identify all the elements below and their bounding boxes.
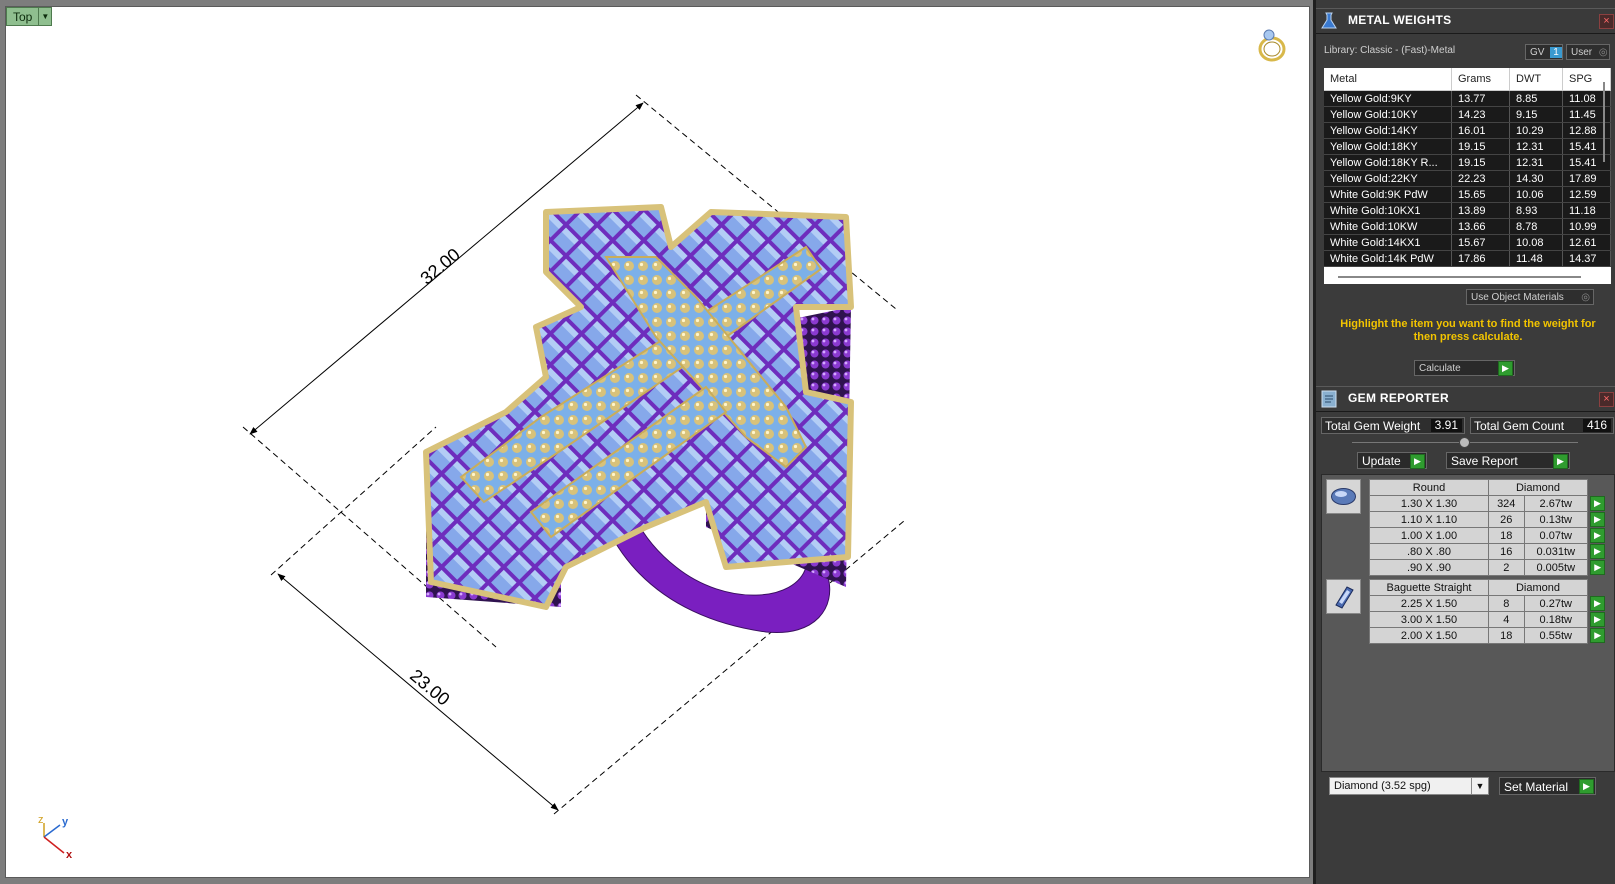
set-material-label: Set Material: [1504, 780, 1569, 794]
gv-toggle[interactable]: GV 1: [1525, 44, 1563, 60]
use-object-materials-label: Use Object Materials: [1471, 292, 1564, 303]
splitter-handle[interactable]: [1459, 437, 1470, 448]
set-material-button[interactable]: Set Material ▶: [1499, 777, 1596, 795]
table-row[interactable]: White Gold:9K PdW 15.65 10.06 12.59: [1324, 186, 1611, 203]
col-dwt[interactable]: DWT: [1509, 68, 1563, 91]
update-label: Update: [1362, 454, 1401, 468]
total-gem-count-value: 416: [1582, 419, 1611, 432]
table-row[interactable]: .80 X .80 16 0.031tw ▶: [1369, 543, 1606, 560]
calculate-label: Calculate: [1419, 363, 1461, 374]
instruction-text: Highlight the item you want to find the …: [1340, 318, 1596, 343]
save-report-label: Save Report: [1451, 454, 1518, 468]
total-gem-weight-value: 3.91: [1430, 419, 1462, 432]
ring-model-drawing[interactable]: 32.00 23.00: [6, 7, 1309, 877]
total-gem-count-label: Total Gem Count: [1474, 419, 1565, 433]
update-button[interactable]: Update ▶: [1357, 452, 1427, 469]
axis-indicator: z y x: [38, 815, 73, 861]
table-row[interactable]: 1.10 X 1.10 26 0.13tw ▶: [1369, 511, 1606, 528]
library-label: Library: Classic - (Fast)-Metal: [1324, 45, 1456, 56]
table-row[interactable]: 3.00 X 1.50 4 0.18tw ▶: [1369, 611, 1606, 628]
table-row[interactable]: .90 X .90 2 0.005tw ▶: [1369, 559, 1606, 576]
viewport-frame: Top ▼ 32.00 23.00 z y x: [0, 0, 1313, 884]
table-row[interactable]: Yellow Gold:18KY 19.15 12.31 15.41: [1324, 138, 1611, 155]
dimension-length-label: 32.00: [416, 244, 463, 288]
col-metal[interactable]: Metal: [1324, 68, 1452, 91]
table-row[interactable]: 2.25 X 1.50 8 0.27tw ▶: [1369, 595, 1606, 612]
play-icon[interactable]: ▶: [1590, 512, 1605, 527]
gem-reporter-title: GEM REPORTER: [1348, 391, 1449, 405]
axis-x-label: x: [66, 849, 73, 861]
axis-z-label: z: [38, 815, 44, 826]
right-panel: METAL WEIGHTS × Library: Classic - (Fast…: [1313, 0, 1615, 884]
table-row[interactable]: Yellow Gold:9KY 13.77 8.85 11.08: [1324, 90, 1611, 107]
play-icon[interactable]: ▶: [1590, 612, 1605, 627]
calculate-button[interactable]: Calculate ▶: [1414, 360, 1515, 376]
gem-shape-header: Round: [1369, 479, 1489, 496]
material-select-value: Diamond (3.52 spg): [1334, 780, 1431, 792]
metal-weights-table[interactable]: Metal Grams DWT SPG Yellow Gold:9KY 13.77…: [1324, 68, 1611, 284]
table-row[interactable]: Yellow Gold:10KY 14.23 9.15 11.45: [1324, 106, 1611, 123]
table-row[interactable]: White Gold:10KW 13.66 8.78 10.99: [1324, 218, 1611, 235]
gv-label: GV: [1530, 47, 1545, 58]
play-icon[interactable]: ▶: [1590, 596, 1605, 611]
play-icon: ▶: [1498, 361, 1513, 376]
metal-weights-title: METAL WEIGHTS: [1348, 13, 1452, 27]
gv-value: 1: [1550, 47, 1562, 58]
play-icon: ▶: [1553, 454, 1568, 469]
horizontal-scrollbar[interactable]: [1338, 276, 1581, 278]
vertical-scrollbar[interactable]: [1603, 82, 1605, 162]
play-icon[interactable]: ▶: [1590, 496, 1605, 511]
total-gem-count: Total Gem Count 416: [1470, 417, 1614, 434]
baguette-gem-icon: [1326, 579, 1361, 614]
user-toggle[interactable]: User ◎: [1566, 44, 1610, 60]
material-select[interactable]: Diamond (3.52 spg) ▼: [1329, 777, 1489, 795]
3d-viewport[interactable]: Top ▼ 32.00 23.00 z y x: [5, 6, 1310, 878]
table-row[interactable]: Yellow Gold:18KY R... 19.15 12.31 15.41: [1324, 154, 1611, 171]
play-icon: ▶: [1579, 779, 1594, 794]
table-row[interactable]: White Gold:14KX1 15.67 10.08 12.61: [1324, 234, 1611, 251]
user-label: User: [1571, 47, 1593, 58]
report-icon: [1321, 390, 1337, 408]
col-grams[interactable]: Grams: [1451, 68, 1510, 91]
play-icon[interactable]: ▶: [1590, 544, 1605, 559]
flask-icon: [1321, 12, 1337, 29]
play-icon[interactable]: ▶: [1590, 628, 1606, 643]
gem-material-header: Diamond: [1488, 479, 1588, 496]
table-row[interactable]: 1.00 X 1.00 18 0.07tw ▶: [1369, 527, 1606, 544]
save-report-button[interactable]: Save Report ▶: [1446, 452, 1570, 469]
table-row[interactable]: 2.00 X 1.50 18 0.55tw ▶: [1369, 627, 1606, 644]
round-gem-icon: [1326, 479, 1361, 514]
gem-reporter-header: GEM REPORTER ×: [1316, 386, 1615, 412]
chevron-down-icon[interactable]: ▼: [1471, 778, 1488, 794]
play-icon[interactable]: ▶: [1590, 528, 1605, 543]
close-icon[interactable]: ×: [1599, 14, 1614, 29]
use-object-materials-toggle[interactable]: Use Object Materials ◎: [1466, 289, 1594, 305]
gem-material-header: Diamond: [1488, 579, 1588, 596]
table-row[interactable]: Yellow Gold:14KY 16.01 10.29 12.88: [1324, 122, 1611, 139]
table-row[interactable]: 1.30 X 1.30 324 2.67tw ▶: [1369, 495, 1606, 512]
table-row[interactable]: Yellow Gold:22KY 22.23 14.30 17.89: [1324, 170, 1611, 187]
play-icon[interactable]: ▶: [1590, 560, 1606, 575]
axis-y-label: y: [62, 816, 69, 828]
metal-weights-header: METAL WEIGHTS ×: [1316, 8, 1615, 34]
gem-shape-header: Baguette Straight: [1369, 579, 1489, 596]
table-row[interactable]: White Gold:14K PdW 17.86 11.48 14.37: [1324, 250, 1611, 267]
table-row[interactable]: White Gold:10KX1 13.89 8.93 11.18: [1324, 202, 1611, 219]
total-gem-weight: Total Gem Weight 3.91: [1321, 417, 1465, 434]
play-icon: ▶: [1410, 454, 1425, 469]
close-icon[interactable]: ×: [1599, 392, 1614, 407]
total-gem-weight-label: Total Gem Weight: [1325, 419, 1421, 433]
